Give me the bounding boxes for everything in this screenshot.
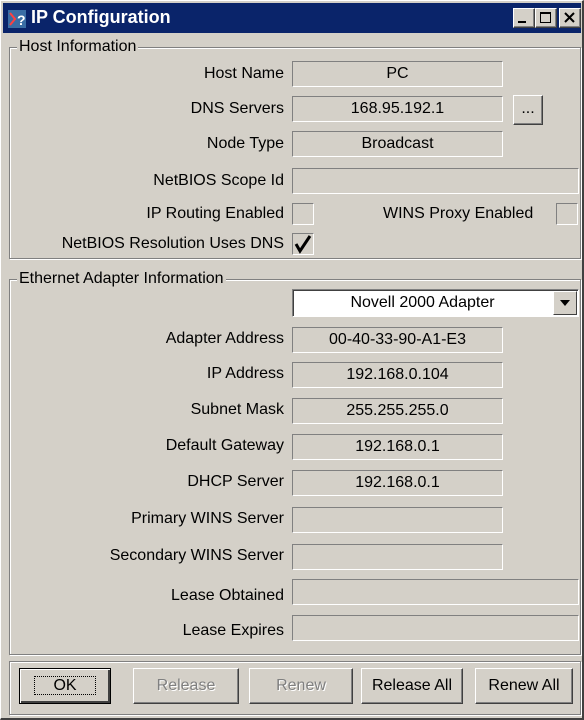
default-gateway-field: 192.168.0.1 bbox=[292, 434, 503, 460]
minimize-button[interactable] bbox=[513, 8, 535, 28]
svg-text:?: ? bbox=[17, 12, 26, 28]
dns-servers-label: DNS Servers bbox=[190, 100, 284, 117]
host-information-label: Host Information bbox=[17, 38, 139, 56]
primary-wins-server-label: Primary WINS Server bbox=[131, 510, 284, 527]
dhcp-server-field: 192.168.0.1 bbox=[292, 470, 503, 496]
ip-address-label: IP Address bbox=[206, 365, 284, 382]
release-all-button[interactable]: Release All bbox=[361, 668, 463, 704]
adapter-select-dropdown-button[interactable] bbox=[553, 291, 577, 315]
subnet-mask-field: 255.255.255.0 bbox=[292, 398, 503, 424]
wins-proxy-enabled-label: WINS Proxy Enabled bbox=[383, 205, 534, 222]
secondary-wins-server-field bbox=[292, 544, 503, 570]
title-bar[interactable]: ? IP Configuration bbox=[3, 3, 581, 33]
default-gateway-label: Default Gateway bbox=[165, 437, 284, 454]
renew-all-button[interactable]: Renew All bbox=[475, 668, 573, 704]
ok-button-label: OK bbox=[34, 676, 96, 695]
ip-address-field: 192.168.0.104 bbox=[292, 362, 503, 388]
host-name-label: Host Name bbox=[203, 65, 284, 82]
adapter-select[interactable]: Novell 2000 Adapter bbox=[292, 289, 579, 317]
netbios-scope-id-label: NetBIOS Scope Id bbox=[153, 172, 284, 189]
release-button[interactable]: Release bbox=[133, 668, 239, 704]
close-icon bbox=[564, 12, 575, 23]
lease-obtained-label: Lease Obtained bbox=[171, 587, 284, 604]
adapter-address-field: 00-40-33-90-A1-E3 bbox=[292, 327, 503, 353]
ip-routing-enabled-label: IP Routing Enabled bbox=[146, 205, 284, 222]
dns-servers-more-button[interactable]: ... bbox=[513, 95, 543, 125]
close-button[interactable] bbox=[559, 8, 581, 28]
netbios-resolution-uses-dns-label: NetBIOS Resolution Uses DNS bbox=[61, 235, 284, 252]
wins-proxy-enabled-checkbox[interactable] bbox=[556, 203, 578, 225]
ethernet-adapter-label: Ethernet Adapter Information bbox=[17, 270, 226, 288]
minimize-icon bbox=[518, 21, 526, 23]
dhcp-server-label: DHCP Server bbox=[187, 473, 284, 490]
lease-expires-label: Lease Expires bbox=[182, 622, 284, 639]
maximize-icon bbox=[540, 12, 551, 23]
ip-configuration-window: ? IP Configuration Host Information Host… bbox=[0, 0, 584, 720]
secondary-wins-server-label: Secondary WINS Server bbox=[109, 547, 284, 564]
netbios-resolution-uses-dns-checkbox[interactable] bbox=[292, 233, 314, 255]
renew-button[interactable]: Renew bbox=[249, 668, 353, 704]
chevron-down-icon bbox=[560, 300, 570, 306]
dns-servers-field: 168.95.192.1 bbox=[292, 96, 503, 122]
ip-routing-enabled-checkbox[interactable] bbox=[292, 203, 314, 225]
checkmark-icon bbox=[294, 235, 312, 254]
subnet-mask-label: Subnet Mask bbox=[190, 401, 284, 418]
primary-wins-server-field bbox=[292, 507, 503, 533]
ok-button[interactable]: OK bbox=[19, 668, 111, 704]
host-name-field: PC bbox=[292, 61, 503, 87]
maximize-button[interactable] bbox=[535, 8, 557, 28]
lease-obtained-field bbox=[292, 579, 579, 605]
lease-expires-field bbox=[292, 615, 579, 641]
window-title: IP Configuration bbox=[31, 7, 171, 27]
netbios-scope-id-field bbox=[292, 168, 579, 194]
node-type-label: Node Type bbox=[206, 135, 284, 152]
ip-config-icon: ? bbox=[8, 10, 26, 28]
node-type-field: Broadcast bbox=[292, 131, 503, 157]
adapter-select-value: Novell 2000 Adapter bbox=[350, 294, 495, 311]
adapter-address-label: Adapter Address bbox=[165, 330, 284, 347]
